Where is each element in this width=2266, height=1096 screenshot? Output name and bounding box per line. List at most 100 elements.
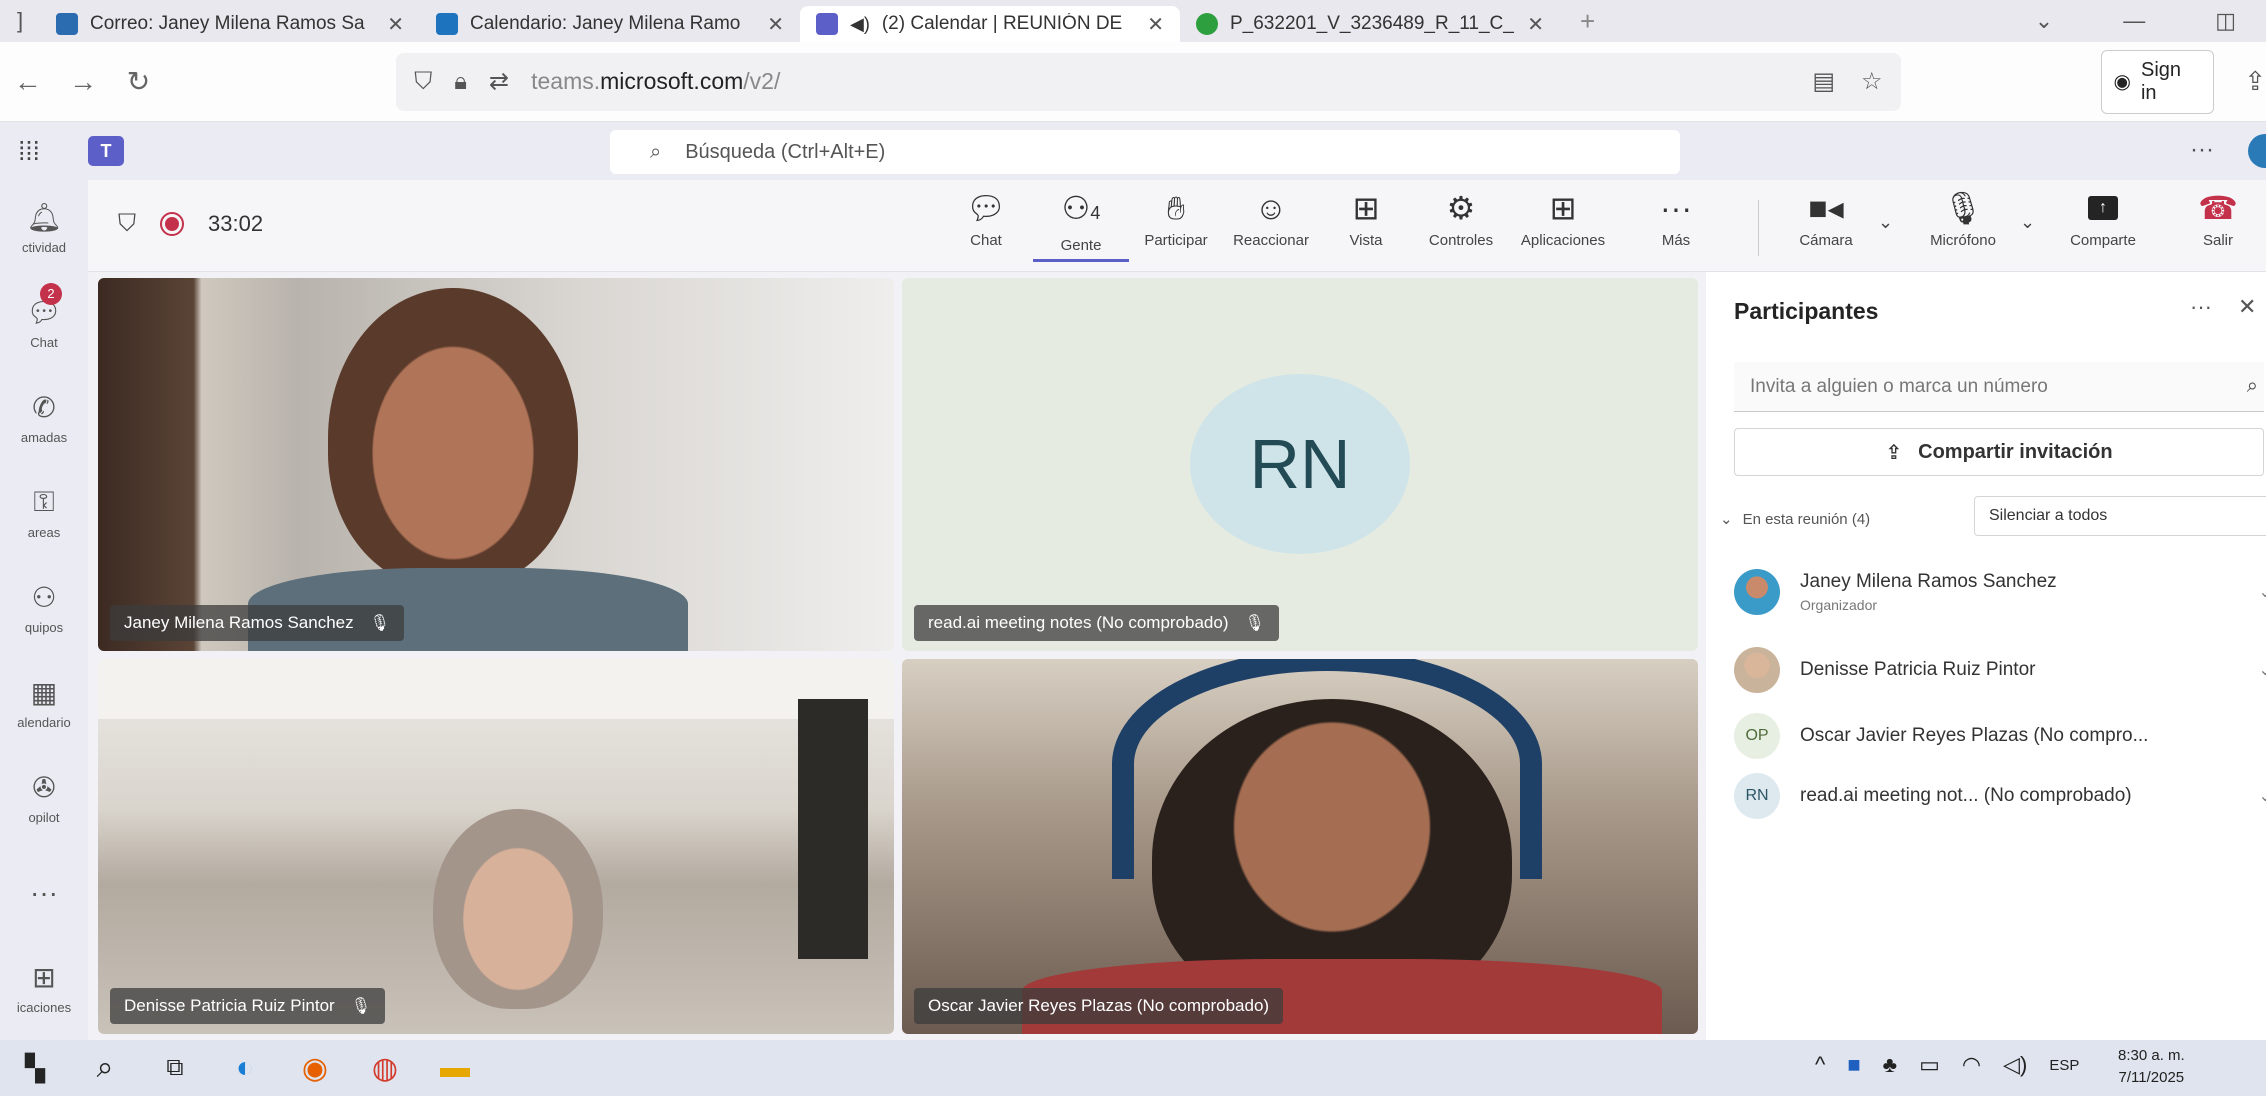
user-avatar[interactable] [2248,134,2266,168]
mic-muted-icon: 🎙︎ [350,998,372,1015]
rail-item-copilot[interactable]: ✇ opilot [0,750,88,845]
restore-icon[interactable]: ◫ [2215,8,2236,34]
browser-tab-mail[interactable]: Correo: Janey Milena Ramos Sa ✕ [40,6,420,42]
participant-name: Oscar Javier Reyes Plazas (No compro... [1800,725,2149,746]
permissions-icon[interactable]: ⇄ [489,67,509,96]
unread-badge: 2 [40,283,62,305]
edge-icon[interactable]: ◐ [210,1051,280,1085]
language-indicator[interactable]: ESP [2049,1057,2079,1074]
participant-row[interactable]: Janey Milena Ramos Sanchez Organizador ⌄ [1734,562,2266,622]
tab-actions-icon[interactable]: ] [0,8,40,34]
leave-button[interactable]: ☎︎ Salir [2170,190,2266,262]
participant-row[interactable]: OP Oscar Javier Reyes Plazas (No compro.… [1734,706,2264,766]
more-icon: ··· [1660,190,1692,226]
start-icon[interactable]: ▚ [0,1053,70,1084]
share-invite-button[interactable]: ⇪ Compartir invitación [1734,428,2264,476]
panel-more-icon[interactable]: ··· [2190,294,2212,320]
bell-icon: 🔔︎ [26,201,62,233]
more-options-icon[interactable]: ··· [2190,136,2214,164]
rail-label: icaciones [16,999,72,1015]
rail-item-activity[interactable]: 🔔︎ ctividad [0,180,88,275]
firefox-icon[interactable]: ◉ [280,1051,350,1086]
clock-date: 7/11/2025 [2118,1069,2185,1086]
search-input[interactable]: ⌕ Búsqueda (Ctrl+Alt+E) [610,130,1680,174]
participant-name: Denisse Patricia Ruiz Pintor [124,996,335,1015]
toolbar-divider [1758,200,1759,256]
camera-button[interactable]: ■◂ Cámara [1778,190,1874,262]
video-tile[interactable]: Denisse Patricia Ruiz Pintor 🎙︎ [98,659,894,1034]
clock[interactable]: 8:30 a. m. 7/11/2025 [2118,1045,2185,1089]
mic-options-chevron-icon[interactable]: ⌄ [2020,212,2035,233]
usb-icon[interactable]: ♣ [1883,1052,1897,1078]
in-meeting-section-toggle[interactable]: ⌄ En esta reunión (4) [1720,510,1870,529]
rail-item-calendar[interactable]: ▦ alendario [0,655,88,750]
video-tile[interactable]: RN read.ai meeting notes (No comprobado)… [902,278,1698,651]
participant-name: Janey Milena Ramos Sanchez [124,613,354,632]
participant-row[interactable]: Denisse Patricia Ruiz Pintor ⌄ [1734,640,2266,700]
rail-item-tasks[interactable]: ⚿ areas [0,465,88,560]
audio-playing-icon[interactable]: ◀) [850,14,870,35]
share-button[interactable]: ↑ Comparte [2048,190,2158,262]
chat-button[interactable]: 💬︎ Chat [938,190,1034,262]
controls-button[interactable]: ⚙︎ Controles [1413,190,1509,262]
more-button[interactable]: ··· Más [1628,190,1724,262]
raise-hand-button[interactable]: ✋︎ Participar [1128,190,1224,262]
tab-list-chevron-icon[interactable]: ⌄ [2035,8,2053,34]
rail-label: alendario [17,714,71,730]
new-tab-button[interactable]: + [1560,6,1615,37]
browser-tab-file[interactable]: P_632201_V_3236489_R_11_C_1 ✕ [1180,6,1560,42]
minimize-icon[interactable]: — [2123,8,2145,34]
task-view-icon[interactable]: ⧉ [140,1054,210,1082]
chevron-down-icon[interactable]: ⌄ [2259,786,2266,806]
camera-icon: ■◂ [1808,190,1844,226]
bookmark-star-icon[interactable]: ☆ [1861,67,1883,96]
rail-item-calls[interactable]: ✆ amadas [0,370,88,465]
mic-button[interactable]: 🎙︎ Micrófono [1908,190,2018,262]
rail-item-more[interactable]: ··· [0,845,88,940]
back-icon[interactable]: ← [0,66,55,98]
browser-tab-teams[interactable]: ◀) (2) Calendar | REUNIÓN DE ✕ [800,6,1180,42]
rail-item-chat[interactable]: 💬︎ 2 Chat [0,275,88,370]
rail-item-teams[interactable]: ⚇ quipos [0,560,88,655]
toolbar-label: Chat [970,232,1002,249]
app-launcher-icon[interactable]: ⁞⁞⁞ [0,136,58,167]
participant-row[interactable]: RN read.ai meeting not... (No comprobado… [1734,766,2266,826]
chevron-up-icon[interactable]: ^ [1815,1052,1825,1078]
tab-close-icon[interactable]: ✕ [1147,12,1164,37]
video-tile[interactable]: Janey Milena Ramos Sanchez 🎙︎ [98,278,894,651]
invite-input[interactable]: Invita a alguien o marca un número ⌕ [1734,362,2264,412]
chevron-down-icon[interactable]: ⌄ [2259,582,2266,602]
url-field[interactable]: ⛉ 🔒︎ ⇄ teams.microsoft.com/v2/ ▤ ☆ [396,52,1901,111]
apps-button[interactable]: ⊞ Aplicaciones [1508,190,1618,262]
browser-tab-calendar[interactable]: Calendario: Janey Milena Ramo ✕ [420,6,800,42]
rail-item-apps[interactable]: ⊞ icaciones [0,940,88,1035]
battery-icon[interactable]: ▭ [1919,1052,1940,1078]
react-button[interactable]: ☺ Reaccionar [1223,190,1319,262]
forward-icon[interactable]: → [55,66,110,98]
reload-icon[interactable]: ↻ [111,65,166,98]
search-icon[interactable]: ⌕ [70,1051,140,1085]
participant-name: Oscar Javier Reyes Plazas (No comprobado… [928,996,1270,1015]
share-page-icon[interactable]: ⇪ [2244,66,2266,97]
view-button[interactable]: ⊞ Vista [1318,190,1414,262]
sign-in-button[interactable]: ◉ Sign in [2100,49,2215,114]
reader-view-icon[interactable]: ▤ [1812,67,1835,96]
chevron-down-icon[interactable]: ⌄ [2259,660,2266,680]
panel-close-icon[interactable]: ✕ [2238,294,2256,320]
file-explorer-icon[interactable]: ▬ [420,1051,490,1085]
lock-icon[interactable]: 🔒︎ [454,68,467,96]
video-tile[interactable]: Oscar Javier Reyes Plazas (No comprobado… [902,659,1698,1034]
mute-all-button[interactable]: Silenciar a todos [1974,496,2266,536]
tab-close-icon[interactable]: ✕ [387,12,404,37]
chrome-icon[interactable]: ◍ [350,1051,420,1086]
participant-name-chip: Janey Milena Ramos Sanchez 🎙︎ [110,605,404,641]
volume-icon[interactable]: ◁) [2003,1052,2027,1078]
camera-options-chevron-icon[interactable]: ⌄ [1878,212,1893,233]
tab-close-icon[interactable]: ✕ [1527,12,1544,37]
wifi-icon[interactable]: ◠ [1962,1052,1981,1078]
shield-icon[interactable]: ⛉ [414,68,432,96]
app-tray-icon[interactable]: ■ [1847,1052,1860,1078]
people-button[interactable]: ⚇4 Gente [1033,190,1129,262]
tab-title: (2) Calendar | REUNIÓN DE [881,13,1123,34]
tab-close-icon[interactable]: ✕ [767,12,784,37]
